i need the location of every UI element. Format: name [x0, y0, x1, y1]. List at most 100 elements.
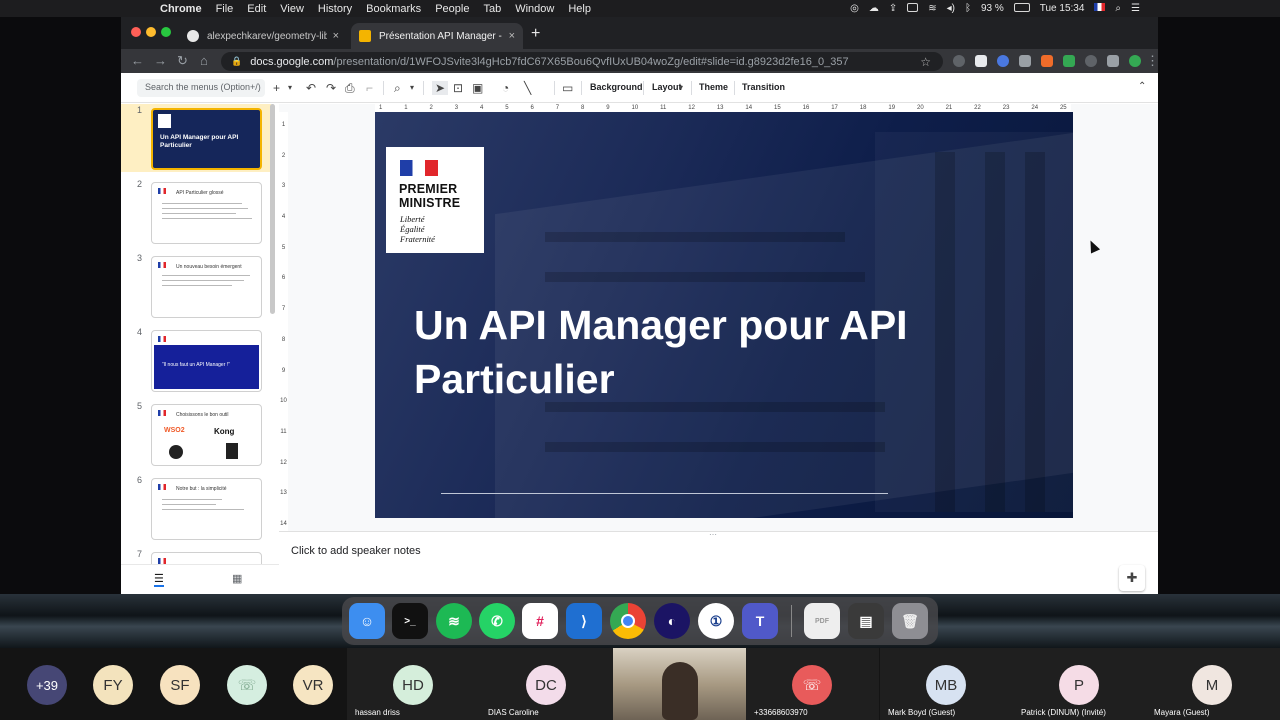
slide-thumbnail[interactable]: Notre but : la simplicité	[151, 478, 262, 540]
undo-icon[interactable]: ↶	[306, 81, 316, 95]
speaker-notes[interactable]: Click to add speaker notes ✚	[279, 545, 1158, 594]
home-icon[interactable]: ⌂	[200, 53, 208, 68]
menu-people[interactable]: People	[435, 3, 469, 15]
reload-icon[interactable]: ↻	[177, 53, 188, 69]
terminal-icon[interactable]: >_	[392, 603, 428, 639]
participant-avatar[interactable]: SF	[160, 665, 200, 705]
filmstrip-view-icon[interactable]: ☰	[154, 572, 164, 587]
feed-extension-icon[interactable]	[1041, 55, 1053, 67]
window-minimize-icon[interactable]	[146, 27, 156, 37]
filmstrip-slide-3[interactable]: 3 Un nouveau besoin émergent	[121, 252, 271, 320]
display-icon[interactable]	[907, 2, 919, 15]
profile-avatar[interactable]	[1129, 55, 1141, 67]
slide-thumbnail[interactable]: Choisissons le bon outil WSO2 Kong	[151, 404, 262, 466]
redo-icon[interactable]: ↷	[326, 81, 336, 95]
drive-extension-icon[interactable]	[1019, 55, 1031, 67]
green-extension-icon[interactable]	[1063, 55, 1075, 67]
whatsapp-icon[interactable]: ✆	[479, 603, 515, 639]
chrome-icon[interactable]	[610, 603, 646, 639]
slide-thumbnail[interactable]: Un API Manager pour API Particulier	[151, 108, 262, 170]
filmstrip-slide-6[interactable]: 6 Notre but : la simplicité	[121, 474, 271, 542]
puzzle-extensions-icon[interactable]	[1107, 55, 1119, 67]
window-close-icon[interactable]	[131, 27, 141, 37]
text-box-icon[interactable]: ⊡	[453, 81, 463, 95]
window-zoom-icon[interactable]	[161, 27, 171, 37]
participant-tile[interactable]: HD hassan driss	[347, 648, 480, 720]
grid-view-icon[interactable]: ▦	[232, 572, 242, 585]
phone-participant-avatar[interactable]: ☏	[227, 665, 267, 705]
upload-icon[interactable]: ⇪	[889, 3, 897, 14]
speaker-notes-placeholder[interactable]: Click to add speaker notes	[291, 545, 421, 557]
battery-percent[interactable]: 93 %	[981, 3, 1004, 14]
zoom-dropdown-icon[interactable]: ▾	[410, 83, 414, 92]
filmstrip-slide-2[interactable]: 2 API Particulier glossé	[121, 178, 271, 246]
menu-search-input[interactable]: Search the menus (Option+/)	[137, 79, 265, 97]
participant-video-tile[interactable]	[613, 648, 746, 720]
onepassword-extension-icon[interactable]	[997, 55, 1009, 67]
vscode-icon[interactable]: ⟩	[566, 603, 602, 639]
print-icon[interactable]: ⎙	[345, 81, 355, 96]
onepassword-icon[interactable]: ①	[698, 603, 734, 639]
menu-history[interactable]: History	[318, 3, 352, 15]
filmstrip-slide-4[interactable]: 4 “Il nous faut un API Manager !”	[121, 326, 271, 394]
image-icon[interactable]: ▣	[472, 81, 483, 95]
new-tab-button[interactable]: +	[531, 25, 540, 43]
collapse-toolbar-icon[interactable]: ⌃	[1138, 81, 1146, 92]
filmstrip-slide-5[interactable]: 5 Choisissons le bon outil WSO2 Kong	[121, 400, 271, 468]
slide-canvas[interactable]: PREMIER MINISTRE Liberté Égalité Fratern…	[375, 112, 1073, 518]
tab-github[interactable]: alexpechkarev/geometry-library ×	[179, 23, 347, 49]
explore-side-panel-icon[interactable]: ✚	[1119, 565, 1145, 591]
firefox-icon[interactable]: ◐	[654, 603, 690, 639]
finder-icon[interactable]: ☺	[349, 603, 385, 639]
spotlight-icon[interactable]: ⌕	[1115, 3, 1121, 14]
teams-icon[interactable]: T	[742, 603, 778, 639]
shape-icon[interactable]: ◔	[502, 81, 509, 95]
comment-icon[interactable]: ▭	[562, 81, 573, 95]
participant-tile[interactable]: DC DIAS Caroline	[480, 648, 613, 720]
menu-tab[interactable]: Tab	[483, 3, 501, 15]
participant-tile[interactable]: MB Mark Boyd (Guest)	[880, 648, 1013, 720]
paint-format-icon[interactable]: ⌐	[366, 81, 373, 95]
status-icon-1[interactable]: ◎	[850, 3, 859, 14]
address-bar[interactable]: 🔒 docs.google.com /presentation/d/1WFOJS…	[221, 52, 943, 71]
menu-window[interactable]: Window	[515, 3, 554, 15]
wifi-icon[interactable]: ≋	[928, 3, 936, 14]
globe-extension-icon[interactable]	[1085, 55, 1097, 67]
layout-button[interactable]: Layout	[652, 82, 682, 92]
cloud-extension-icon[interactable]	[975, 55, 987, 67]
layout-dropdown-icon[interactable]: ▾	[679, 83, 683, 92]
clock[interactable]: Tue 15:34	[1040, 3, 1085, 14]
menu-view[interactable]: View	[280, 3, 304, 15]
background-button[interactable]: Background	[590, 82, 643, 92]
flag-icon[interactable]	[1094, 3, 1106, 14]
select-cursor-icon[interactable]: ➤	[432, 81, 449, 95]
menu-help[interactable]: Help	[568, 3, 591, 15]
slack-icon[interactable]: #	[522, 603, 558, 639]
control-center-icon[interactable]: ☰	[1131, 3, 1140, 14]
bookmark-star-icon[interactable]: ☆	[920, 55, 931, 69]
back-icon[interactable]: ←	[131, 53, 144, 68]
new-slide-icon[interactable]: +	[273, 81, 280, 95]
notes-resize-handle[interactable]: ⋯	[279, 530, 1158, 545]
line-icon[interactable]: ╲	[524, 81, 531, 95]
slide-thumbnail[interactable]: API Particulier glossé	[151, 182, 262, 244]
tab-close-icon[interactable]: ×	[333, 30, 339, 42]
slide-thumbnail[interactable]: “Il nous faut un API Manager !”	[151, 330, 262, 392]
slide-thumbnail[interactable]: Un nouveau besoin émergent	[151, 256, 262, 318]
chrome-menu-icon[interactable]: ⋮	[1146, 53, 1158, 69]
extension-icon[interactable]	[953, 55, 965, 67]
tab-close-icon[interactable]: ×	[509, 30, 515, 42]
zoom-icon[interactable]: ⌕	[394, 81, 401, 96]
filmstrip-scrollbar[interactable]	[270, 104, 275, 314]
menu-app-name[interactable]: Chrome	[160, 3, 202, 15]
participant-tile[interactable]: M Mayara (Guest)	[1146, 648, 1280, 720]
spotify-icon[interactable]: ≋	[436, 603, 472, 639]
pdf-document-icon[interactable]: PDF	[804, 603, 840, 639]
volume-icon[interactable]: ◂)	[947, 3, 955, 14]
participant-avatar[interactable]: FY	[93, 665, 133, 705]
cloud-icon[interactable]: ☁	[869, 3, 879, 14]
participant-avatar[interactable]: VR	[293, 665, 333, 705]
screenshot-icon[interactable]: ▤	[848, 603, 884, 639]
menu-file[interactable]: File	[216, 3, 234, 15]
slide-title[interactable]: Un API Manager pour API Particulier	[414, 298, 1034, 406]
